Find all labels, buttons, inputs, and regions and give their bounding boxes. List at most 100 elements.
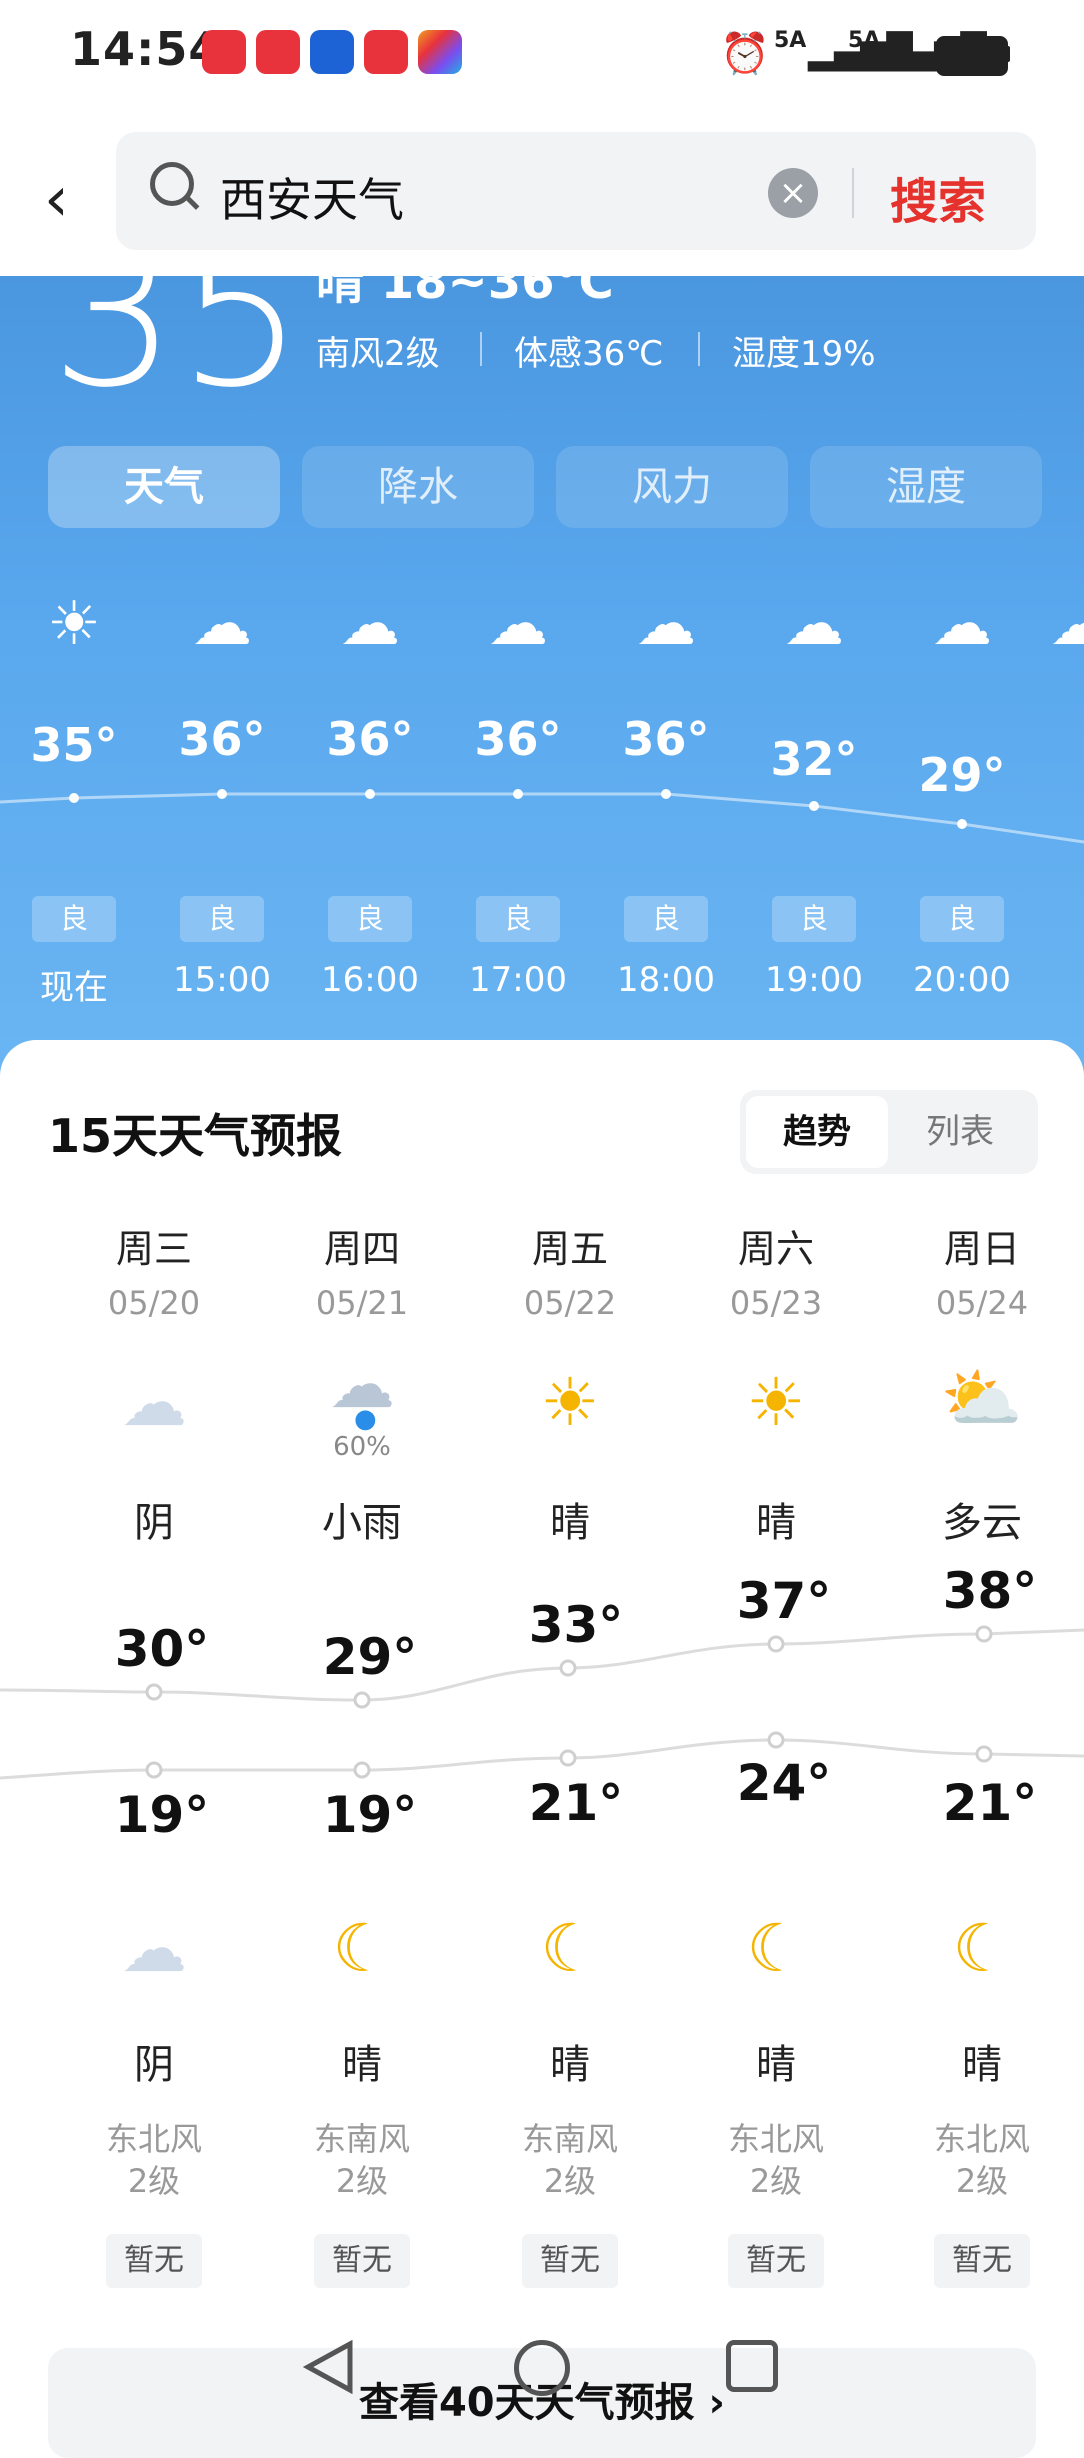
hourly-point — [365, 789, 375, 799]
nav-back-icon[interactable] — [302, 2339, 356, 2395]
photos-icon — [418, 30, 462, 74]
signal-label-2: 5A — [848, 28, 881, 53]
search-button[interactable]: 搜索 — [890, 162, 986, 232]
high-point — [353, 1691, 371, 1709]
wind-direction: 东南风 — [313, 2120, 410, 2158]
toutiao-icon — [364, 30, 408, 74]
night-condition: 阴 — [134, 2042, 174, 2088]
battery-tip-icon — [1004, 46, 1010, 62]
reader-icon — [256, 30, 300, 74]
hourly-time: 现在 — [40, 968, 108, 1008]
hourly-temp: 36° — [178, 712, 266, 766]
moon-icon: ☾ — [540, 1910, 600, 1987]
app-gallery-icon — [202, 30, 246, 74]
aqi-badge: 暂无 — [934, 2234, 1030, 2288]
low-temp: 21° — [942, 1774, 1038, 1832]
battery-icon — [936, 36, 1008, 76]
hourly-temp: 35° — [30, 718, 118, 772]
hourly-point — [957, 819, 967, 829]
hourly-point — [661, 789, 671, 799]
aqi-badge: 良 — [180, 896, 264, 942]
low-temp: 24° — [736, 1754, 832, 1812]
night-condition: 晴 — [962, 2042, 1002, 2088]
high-temp: 38° — [942, 1562, 1038, 1620]
moon-icon: ☾ — [952, 1910, 1012, 1987]
high-point — [559, 1659, 577, 1677]
hourly-time: 15:00 — [173, 960, 271, 1000]
cloud-icon: ☁ — [488, 589, 548, 659]
high-point — [767, 1635, 785, 1653]
aqi-badge: 良 — [772, 896, 856, 942]
high-point — [145, 1683, 163, 1701]
high-temp: 37° — [736, 1572, 832, 1630]
wind-level: 2级 — [749, 2162, 803, 2200]
hourly-time: 18:00 — [617, 960, 715, 1000]
lightbulb-app-icon — [310, 30, 354, 74]
wind-direction: 东南风 — [521, 2120, 618, 2158]
search-divider — [852, 168, 854, 218]
cloud-icon: ☁ — [340, 589, 400, 659]
cloud-icon: ☁ — [1050, 589, 1084, 659]
status-time: 14:54 — [70, 22, 222, 76]
low-point — [559, 1749, 577, 1767]
aqi-badge: 良 — [624, 896, 708, 942]
aqi-badge: 暂无 — [522, 2234, 618, 2288]
hourly-temp: 36° — [622, 712, 710, 766]
cloud-icon: ☁ — [636, 589, 696, 659]
hourly-temp: 32° — [770, 732, 858, 786]
moon-icon: ☾ — [746, 1910, 806, 1987]
alarm-icon: ⏰ — [720, 31, 770, 77]
low-point — [767, 1731, 785, 1749]
aqi-badge: 良 — [32, 896, 116, 942]
hourly-point — [69, 793, 79, 803]
aqi-badge: 暂无 — [106, 2234, 202, 2288]
aqi-badge: 暂无 — [314, 2234, 410, 2288]
high-temp: 33° — [528, 1596, 624, 1654]
low-temp: 19° — [322, 1786, 418, 1844]
back-icon[interactable]: ‹ — [44, 168, 69, 230]
hourly-temp: 29° — [918, 748, 1006, 802]
sun-icon: ☀ — [47, 589, 101, 659]
low-temp: 21° — [528, 1774, 624, 1832]
high-point — [975, 1625, 993, 1643]
low-temp: 19° — [114, 1786, 210, 1844]
wind-direction: 东北风 — [933, 2120, 1030, 2158]
wind-level: 2级 — [543, 2162, 597, 2200]
overcast-icon: ☁ — [121, 1910, 187, 1987]
clear-icon[interactable]: × — [768, 168, 818, 218]
hourly-temp: 36° — [326, 712, 414, 766]
low-point — [353, 1761, 371, 1779]
current-weather-panel: 35 晴 18~36°C 南风2级 体感36℃ 湿度19% 天气 降水 风力 湿… — [0, 276, 1084, 1076]
wind-direction: 东北风 — [727, 2120, 824, 2158]
night-condition: 晴 — [342, 2042, 382, 2088]
cloud-icon: ☁ — [192, 589, 252, 659]
hourly-trend-line — [0, 789, 1084, 844]
signal-label-1: 5A — [774, 28, 807, 53]
hourly-point — [809, 801, 819, 811]
night-condition: 晴 — [756, 2042, 796, 2088]
aqi-badge: 良 — [476, 896, 560, 942]
aqi-badge: 良 — [920, 896, 1004, 942]
wind-direction: 东北风 — [105, 2120, 202, 2158]
low-point — [145, 1761, 163, 1779]
hourly-time: 16:00 — [321, 960, 419, 1000]
night-condition: 晴 — [550, 2042, 590, 2088]
forecast-card: 15天天气预报 趋势 列表 周三 周四 周五 周六 周日 05/20 05/21… — [0, 1040, 1084, 2458]
cloud-icon: ☁ — [784, 589, 844, 659]
hourly-point — [513, 789, 523, 799]
wind-level: 2级 — [335, 2162, 389, 2200]
aqi-badge: 良 — [328, 896, 412, 942]
nav-recents-icon[interactable] — [726, 2340, 778, 2392]
nav-home-icon[interactable] — [514, 2340, 570, 2396]
hourly-time: 17:00 — [469, 960, 567, 1000]
moon-icon: ☾ — [332, 1910, 392, 1987]
high-temp: 30° — [114, 1620, 210, 1678]
status-bar: 14:54 ⏰ 5A ▂▄▆█ 5A ▂▄▆█ — [0, 0, 1084, 110]
moon-cloud-icon: ☁ — [932, 589, 992, 659]
search-input[interactable]: 西安天气 — [220, 164, 404, 230]
aqi-badge: 暂无 — [728, 2234, 824, 2288]
low-point — [975, 1745, 993, 1763]
hourly-time: 20:00 — [913, 960, 1011, 1000]
hourly-time: 19:00 — [765, 960, 863, 1000]
hourly-temp: 36° — [474, 712, 562, 766]
